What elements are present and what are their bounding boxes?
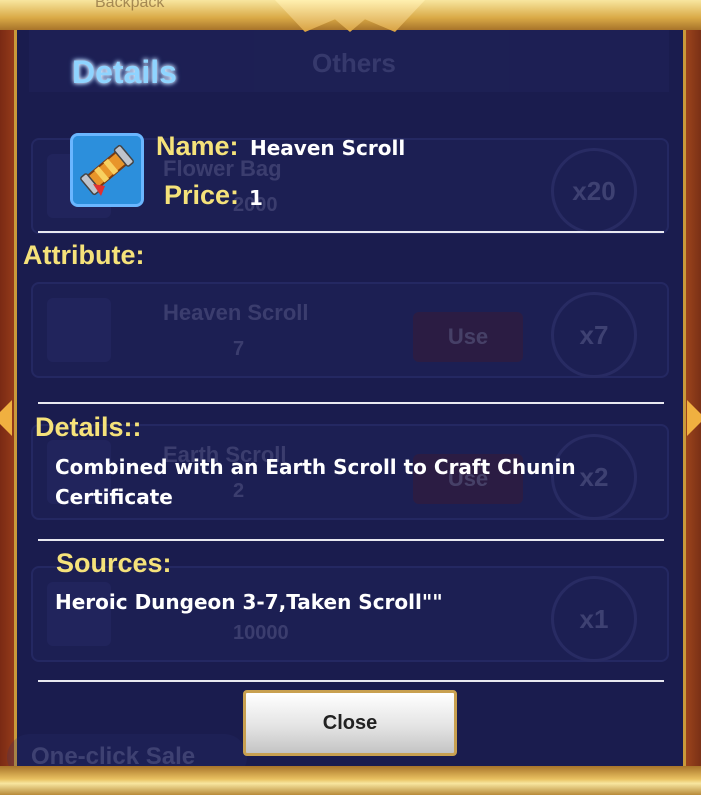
item-quantity: 7 [233,338,245,360]
bottom-frame-bar [0,766,701,795]
item-name: Heaven Scroll [163,300,309,325]
scroll-icon [70,133,144,207]
item-name-value: Heaven Scroll [250,136,406,160]
sources-text: Heroic Dungeon 3-7,Taken Scroll"" [55,590,443,614]
item-multiplier: x20 [551,148,637,234]
page-left-arrow-icon[interactable] [0,400,12,436]
divider [38,402,664,404]
page-right-arrow-icon[interactable] [687,400,701,436]
divider [38,680,664,682]
dialog-title: Details [72,54,177,90]
backpack-overlay: Others Flower Bag 2000 x20 Heaven Scroll… [7,10,683,780]
close-button[interactable]: Close [243,690,457,756]
list-item[interactable]: Heaven Scroll 7 Use x7 [31,282,669,378]
name-label: Name: [156,131,239,161]
details-label: Details:: [35,412,142,442]
backpack-title: Backpack [95,0,165,11]
divider [38,231,664,233]
attribute-label: Attribute: [23,240,145,270]
item-multiplier: x7 [551,292,637,378]
close-button-label: Close [322,711,378,734]
divider [38,539,664,541]
item-multiplier: x1 [551,576,637,662]
sources-label: Sources: [56,548,172,578]
item-quantity: 10000 [233,622,289,644]
details-text: Combined with an Earth Scroll to Craft C… [55,455,576,509]
details-dialog: Others Flower Bag 2000 x20 Heaven Scroll… [7,10,686,780]
list-item[interactable]: 10000 x1 [31,566,669,662]
item-icon [47,298,111,362]
use-button[interactable]: Use [413,312,523,362]
item-price-value: 1 [249,186,263,210]
price-label: Price: [164,180,240,210]
tab-others[interactable]: Others [312,48,396,79]
